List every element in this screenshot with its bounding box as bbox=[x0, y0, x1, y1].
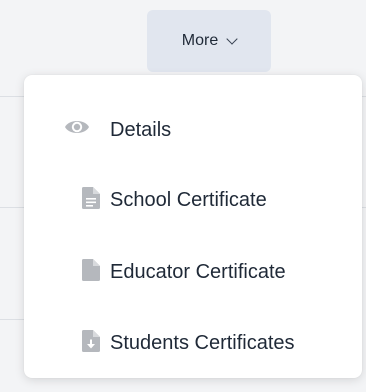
table-row-divider bbox=[0, 319, 24, 320]
table-row-divider bbox=[362, 207, 366, 208]
table-row-divider bbox=[362, 96, 366, 97]
table-row-divider bbox=[0, 207, 24, 208]
file-download-icon bbox=[82, 330, 100, 352]
menu-item-label: Students Certificates bbox=[110, 332, 295, 354]
chevron-down-icon bbox=[226, 33, 238, 45]
menu-item-label: Educator Certificate bbox=[110, 261, 286, 283]
menu-item-school-certificate[interactable]: School Certificate bbox=[24, 179, 362, 219]
table-row-divider bbox=[0, 96, 24, 97]
menu-item-educator-certificate[interactable]: Educator Certificate bbox=[24, 251, 362, 291]
menu-item-students-certificates[interactable]: Students Certificates bbox=[24, 322, 362, 362]
more-button-label: More bbox=[181, 32, 219, 49]
document-icon bbox=[82, 187, 100, 209]
menu-item-label: School Certificate bbox=[110, 189, 267, 211]
file-icon bbox=[82, 259, 100, 281]
menu-item-label: Details bbox=[110, 119, 172, 141]
more-button[interactable]: More bbox=[147, 10, 271, 72]
more-dropdown-menu: Details School Certificate Educator Cert… bbox=[24, 75, 362, 378]
menu-item-details[interactable]: Details bbox=[24, 109, 362, 149]
eye-icon bbox=[64, 117, 90, 137]
